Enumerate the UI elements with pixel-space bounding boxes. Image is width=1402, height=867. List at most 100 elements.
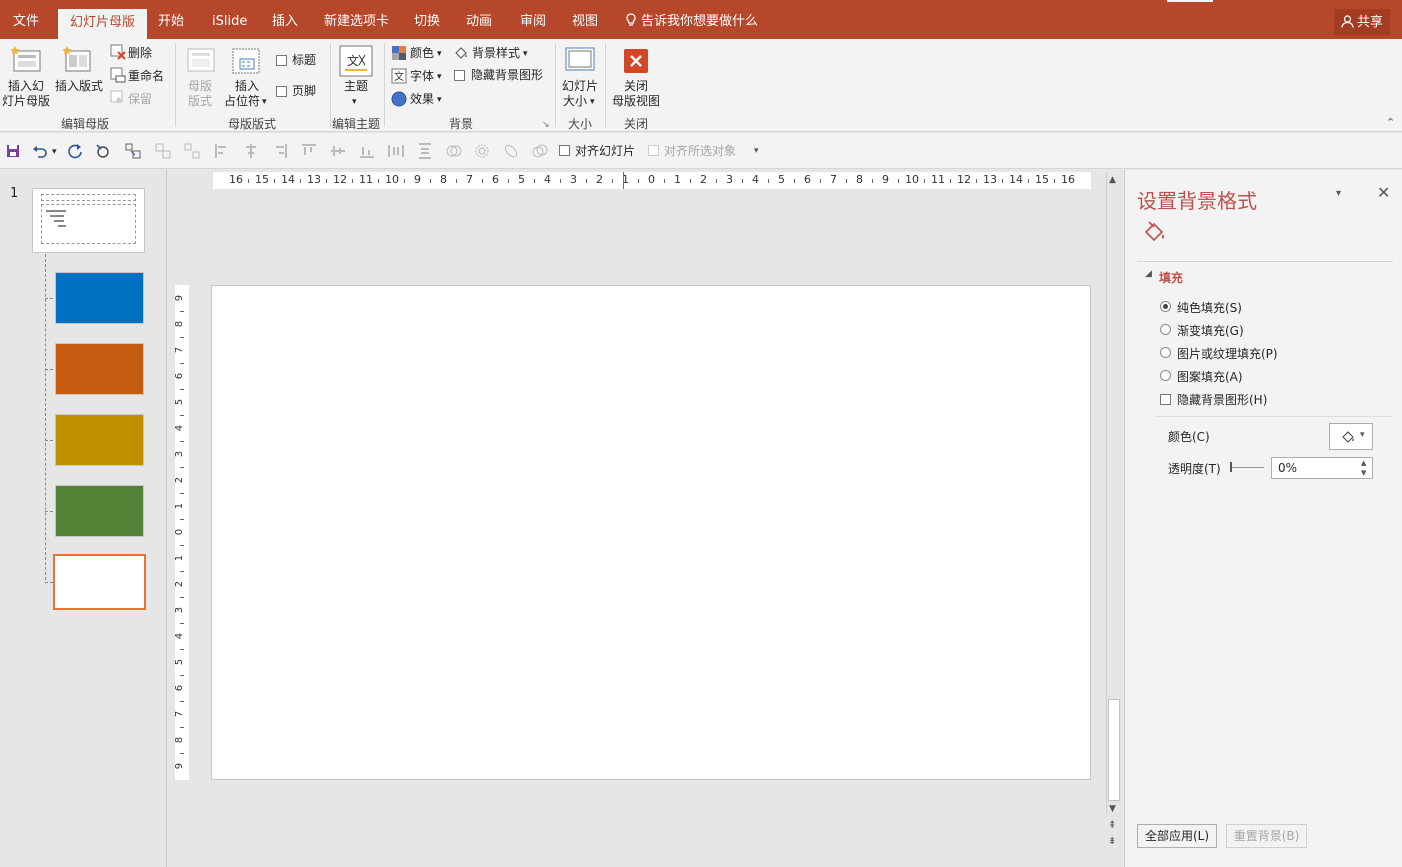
pane-divider <box>1137 261 1393 262</box>
tab-view[interactable]: 视图 <box>572 0 598 39</box>
ruler-tick-label: 9 <box>174 762 186 770</box>
colors-button[interactable] <box>391 45 407 64</box>
tab-review[interactable]: 审阅 <box>520 0 546 39</box>
tab-new-tab[interactable]: 新建选项卡 <box>324 0 389 39</box>
themes-button[interactable]: 文 <box>339 45 373 80</box>
layout-thumbnail-white[interactable] <box>53 554 146 610</box>
previous-slide-icon[interactable]: ⇞ <box>1108 818 1116 833</box>
scroll-up-icon[interactable]: ▲ <box>1109 173 1116 188</box>
reset-background-button[interactable]: 重置背景(B) <box>1226 824 1307 848</box>
align-slide-checkbox[interactable] <box>559 145 570 156</box>
spin-up-icon[interactable]: ▲ <box>1361 459 1366 467</box>
share-button[interactable]: 共享 <box>1334 9 1390 36</box>
tab-animations[interactable]: 动画 <box>466 0 492 39</box>
ruler-tick-label: 10 <box>385 173 399 186</box>
transparency-slider-thumb[interactable] <box>1230 462 1232 472</box>
slide-size-button[interactable] <box>564 45 596 80</box>
fill-radio-picture[interactable] <box>1160 347 1171 358</box>
tab-islide[interactable]: iSlide <box>212 0 247 39</box>
chevron-down-icon: ▾ <box>437 72 442 82</box>
group-separator <box>175 43 176 127</box>
delete-button[interactable] <box>110 44 126 63</box>
save-icon[interactable] <box>5 143 21 159</box>
rename-button[interactable] <box>110 67 126 86</box>
transparency-input[interactable]: 0% ▲ ▼ <box>1271 457 1373 479</box>
dialog-launcher-icon[interactable]: ↘ <box>542 118 550 133</box>
align-slide-label: 对齐幻灯片 <box>575 144 636 158</box>
layout-tree-branch <box>45 369 53 370</box>
ruler-tick-label: 6 <box>804 173 811 186</box>
undo-icon[interactable] <box>32 143 48 159</box>
spin-down-icon[interactable]: ▼ <box>1361 469 1366 477</box>
layout-thumbnail-orange[interactable] <box>55 343 144 395</box>
tab-home[interactable]: 开始 <box>158 0 184 39</box>
pane-options-chevron-icon[interactable]: ▾ <box>1336 188 1341 199</box>
scroll-down-icon[interactable]: ▼ <box>1109 802 1116 817</box>
next-slide-icon[interactable]: ⇟ <box>1108 834 1116 849</box>
tab-transitions[interactable]: 切换 <box>414 0 440 39</box>
insert-layout-button[interactable] <box>62 45 94 80</box>
redo-icon[interactable] <box>67 143 83 159</box>
footer-checkbox[interactable] <box>276 86 287 97</box>
layout-tree-branch <box>45 298 53 299</box>
ruler-tick-label: 5 <box>174 398 186 406</box>
align-selected-checkbox[interactable] <box>648 145 659 156</box>
ribbon-tab-bar: 文件 幻灯片母版 开始 iSlide 插入 新建选项卡 切换 动画 审阅 视图 … <box>0 0 1402 39</box>
ruler-tick-mark <box>534 179 535 183</box>
close-master-view-button[interactable] <box>623 48 649 77</box>
person-icon <box>1341 15 1354 28</box>
fonts-button[interactable]: 文 <box>391 68 407 87</box>
vertical-scrollbar[interactable]: ▲ ▼ <box>1106 172 1121 815</box>
ruler-tick-mark <box>180 701 184 702</box>
background-styles-button[interactable] <box>453 45 469 64</box>
align-center-icon <box>246 144 256 158</box>
master-thumbnail[interactable] <box>32 188 145 253</box>
ruler-tick-label: 5 <box>174 658 186 666</box>
group-separator <box>605 43 606 127</box>
color-picker-button[interactable]: ▾ <box>1329 423 1373 450</box>
hide-bg-checkbox[interactable] <box>1160 394 1171 405</box>
close-master-view-label-2: 母版视图 <box>612 94 661 108</box>
ruler-tick-mark <box>846 179 847 183</box>
selection-pane-icon[interactable] <box>125 143 141 159</box>
pane-close-icon[interactable]: ✕ <box>1377 183 1390 202</box>
ruler-tick-mark <box>456 179 457 183</box>
title-checkbox[interactable] <box>276 55 287 66</box>
rename-label: 重命名 <box>128 69 165 83</box>
slide-canvas[interactable] <box>211 285 1091 780</box>
preserve-button[interactable] <box>110 90 126 109</box>
fill-radio-solid[interactable] <box>1160 301 1171 312</box>
collapse-ribbon-icon[interactable]: ⌃ <box>1386 115 1395 130</box>
format-painter-icon[interactable] <box>95 143 111 159</box>
ruler-tick-mark <box>560 179 561 183</box>
distribute-vertical-icon <box>419 143 431 159</box>
chevron-down-icon[interactable]: ▾ <box>52 145 57 160</box>
master-layout-button[interactable] <box>186 47 216 78</box>
merge-shapes-union-icon <box>446 145 462 157</box>
fill-bucket-icon[interactable] <box>1143 220 1167 244</box>
fill-section-label[interactable]: 填充 <box>1159 269 1183 286</box>
layout-thumbnail-blue[interactable] <box>55 272 144 324</box>
fill-radio-gradient[interactable] <box>1160 324 1171 335</box>
tell-me-search[interactable]: 告诉我你想要做什么 <box>625 0 758 39</box>
tab-slide-master[interactable]: 幻灯片母版 <box>58 9 148 39</box>
fill-radio-pattern[interactable] <box>1160 370 1171 381</box>
group-label-background: 背景 <box>449 117 474 131</box>
layout-thumbnail-gold[interactable] <box>55 414 144 466</box>
preserve-label: 保留 <box>128 92 153 106</box>
ruler-tick-label: 12 <box>957 173 971 186</box>
apply-to-all-button[interactable]: 全部应用(L) <box>1137 824 1217 848</box>
layout-thumbnail-green[interactable] <box>55 485 144 537</box>
hide-bg-graphics-checkbox[interactable] <box>454 70 465 81</box>
ruler-tick-mark <box>274 179 275 183</box>
customize-toolbar-icon[interactable]: ▾ <box>754 144 759 159</box>
insert-placeholder-button[interactable] <box>230 45 262 80</box>
section-collapse-icon[interactable]: ◢ <box>1145 269 1152 279</box>
effects-button[interactable] <box>391 91 407 110</box>
insert-slide-master-button[interactable] <box>10 45 42 80</box>
transparency-slider[interactable] <box>1230 467 1264 468</box>
align-left-icon <box>215 144 226 158</box>
tab-insert[interactable]: 插入 <box>272 0 298 39</box>
tab-file[interactable]: 文件 <box>13 0 39 39</box>
scrollbar-thumb[interactable] <box>1108 699 1120 801</box>
